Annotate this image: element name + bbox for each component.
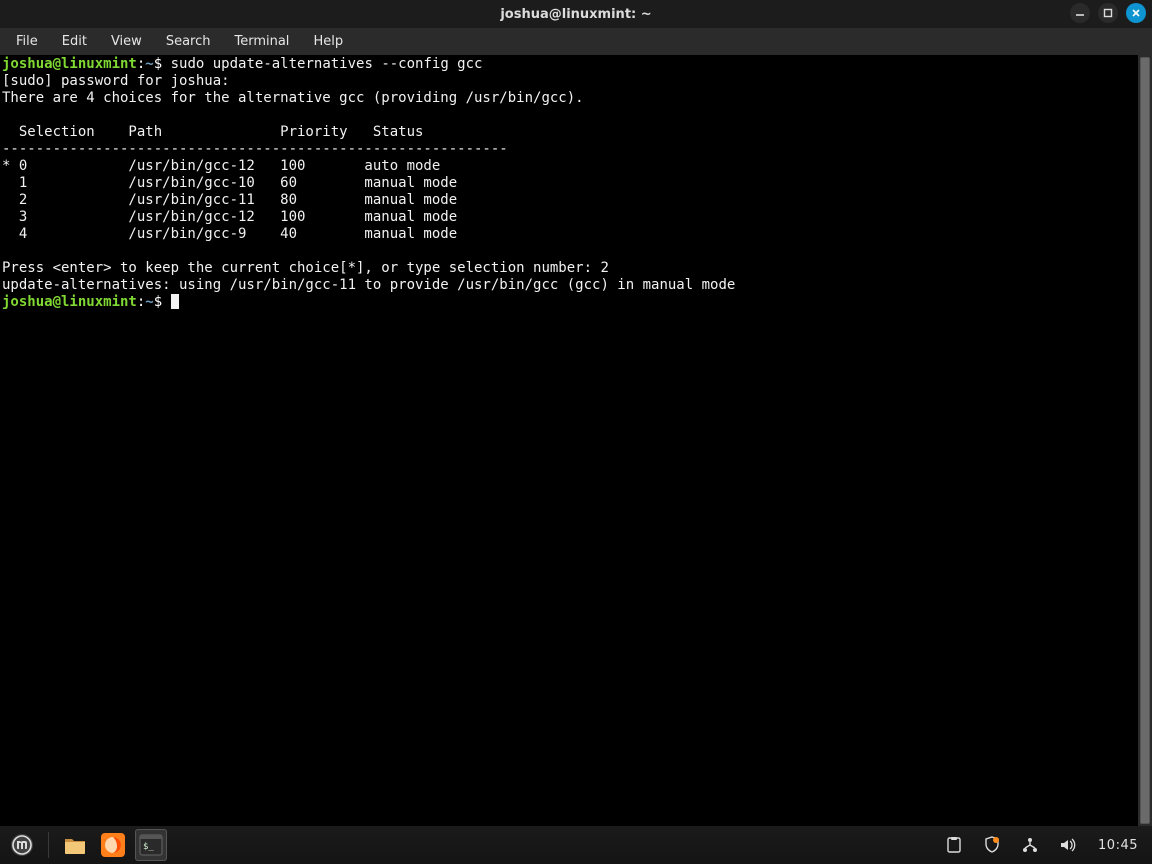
mint-logo-icon	[10, 833, 34, 857]
menubar: File Edit View Search Terminal Help	[0, 28, 1152, 55]
clipboard-icon	[945, 836, 963, 854]
output-row: 3 /usr/bin/gcc-12 100 manual mode	[2, 209, 457, 225]
folder-icon	[62, 832, 88, 858]
prompt-symbol: $	[154, 294, 162, 310]
output-sudo: [sudo] password for joshua:	[2, 73, 230, 89]
tray-shield[interactable]	[976, 829, 1008, 861]
output-press-enter: Press <enter> to keep the current choice…	[2, 260, 609, 276]
output-result: update-alternatives: using /usr/bin/gcc-…	[2, 277, 735, 293]
firefox-icon	[100, 832, 126, 858]
prompt-userhost: joshua@linuxmint	[2, 56, 137, 72]
output-row: * 0 /usr/bin/gcc-12 100 auto mode	[2, 158, 440, 174]
svg-text:$_: $_	[143, 842, 154, 852]
task-terminal[interactable]: $_	[135, 829, 167, 861]
output-choices: There are 4 choices for the alternative …	[2, 90, 584, 106]
network-icon	[1021, 836, 1039, 854]
tray-volume[interactable]	[1052, 829, 1084, 861]
terminal[interactable]: joshua@linuxmint:~$ sudo update-alternat…	[0, 55, 1138, 826]
menu-help[interactable]: Help	[303, 31, 353, 52]
maximize-button[interactable]	[1098, 3, 1118, 23]
prompt-symbol: $	[154, 56, 162, 72]
terminal-cursor	[171, 294, 179, 309]
panel-divider	[48, 832, 49, 858]
panel-clock[interactable]: 10:45	[1090, 838, 1146, 853]
panel: $_ 10:45	[0, 826, 1152, 864]
tray-network[interactable]	[1014, 829, 1046, 861]
scrollbar[interactable]	[1138, 55, 1152, 826]
output-header: Selection Path Priority Status	[2, 124, 423, 140]
menu-terminal[interactable]: Terminal	[224, 31, 299, 52]
shield-icon	[983, 836, 1001, 854]
menu-search[interactable]: Search	[156, 31, 221, 52]
menu-launcher[interactable]	[6, 829, 38, 861]
menu-edit[interactable]: Edit	[52, 31, 97, 52]
prompt-path: ~	[145, 294, 153, 310]
window-controls	[1070, 3, 1146, 23]
minimize-button[interactable]	[1070, 3, 1090, 23]
close-button[interactable]	[1126, 3, 1146, 23]
menu-file[interactable]: File	[6, 31, 48, 52]
output-row: 4 /usr/bin/gcc-9 40 manual mode	[2, 226, 457, 242]
output-divider: ----------------------------------------…	[2, 141, 508, 157]
volume-icon	[1059, 836, 1077, 854]
prompt-userhost: joshua@linuxmint	[2, 294, 137, 310]
window-title: joshua@linuxmint: ~	[500, 7, 651, 22]
firefox-launcher[interactable]	[97, 829, 129, 861]
prompt-path: ~	[145, 56, 153, 72]
output-row: 2 /usr/bin/gcc-11 80 manual mode	[2, 192, 457, 208]
titlebar: joshua@linuxmint: ~	[0, 0, 1152, 28]
command-line: sudo update-alternatives --config gcc	[171, 56, 483, 72]
tray-clipboard[interactable]	[938, 829, 970, 861]
terminal-container: joshua@linuxmint:~$ sudo update-alternat…	[0, 55, 1152, 826]
output-row: 1 /usr/bin/gcc-10 60 manual mode	[2, 175, 457, 191]
terminal-icon: $_	[138, 832, 164, 858]
scrollbar-thumb[interactable]	[1140, 57, 1150, 824]
files-launcher[interactable]	[59, 829, 91, 861]
menu-view[interactable]: View	[101, 31, 152, 52]
